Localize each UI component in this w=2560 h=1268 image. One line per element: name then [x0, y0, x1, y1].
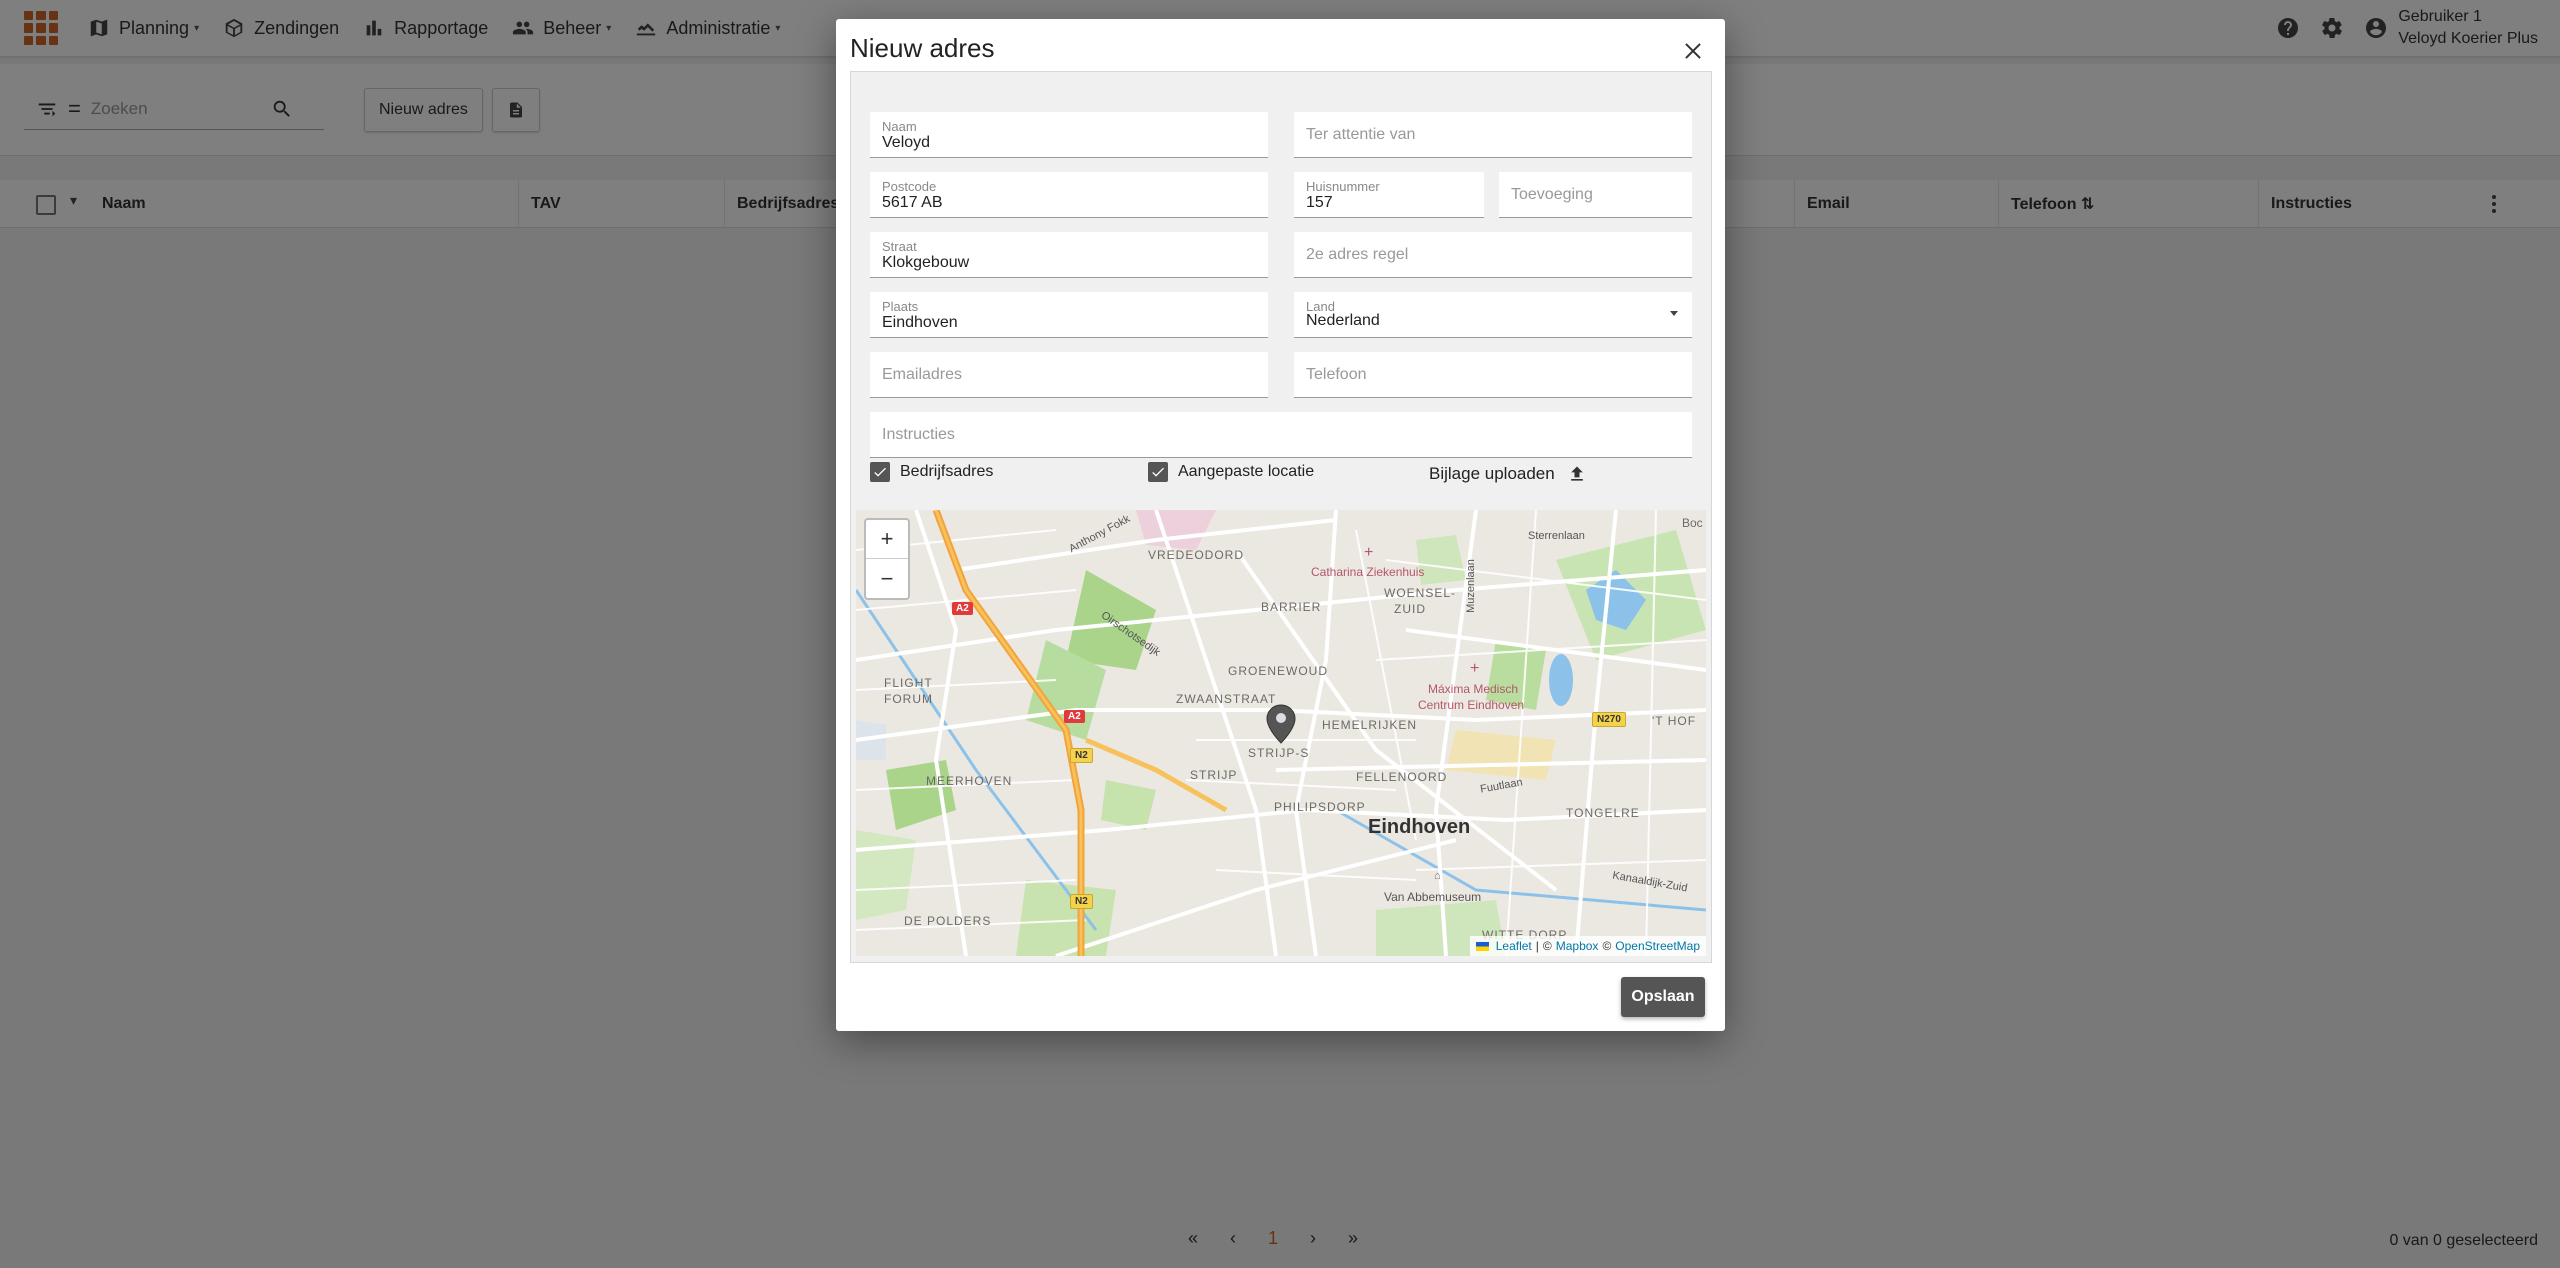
- straat-value: Klokgebouw: [882, 254, 970, 271]
- map-label: Muzenlaan: [1464, 559, 1477, 613]
- map-label: WOENSEL-: [1384, 586, 1457, 600]
- map-label: 'T HOF: [1652, 714, 1697, 728]
- email-placeholder: Emailadres: [882, 366, 963, 383]
- toevoeging-placeholder: Toevoeging: [1511, 186, 1593, 203]
- toevoeging-field[interactable]: Toevoeging: [1499, 172, 1692, 218]
- bedrijfsadres-checkbox[interactable]: Bedrijfsadres: [870, 462, 993, 482]
- map-label: VREDEODORD: [1148, 548, 1245, 562]
- map-label: STRIJP-S: [1248, 746, 1310, 760]
- address-line2-placeholder: 2e adres regel: [1306, 246, 1409, 263]
- ukraine-flag-icon: [1475, 941, 1489, 951]
- map-zoom-control: + −: [864, 518, 910, 600]
- map-attribution: Leaflet | © Mapbox © OpenStreetMap: [1469, 936, 1706, 956]
- map-label: HEMELRIJKEN: [1322, 718, 1418, 732]
- map-label: PHILIPSDORP: [1274, 800, 1366, 814]
- hospital-icon: +: [1470, 660, 1480, 677]
- map-label: DE POLDERS: [904, 914, 992, 928]
- close-icon[interactable]: [1681, 39, 1705, 63]
- map-label: Van Abbemuseum: [1384, 890, 1482, 904]
- upload-attachment-button[interactable]: Bijlage uploaden: [1429, 464, 1587, 484]
- tav-placeholder: Ter attentie van: [1306, 126, 1416, 143]
- upload-label: Bijlage uploaden: [1429, 464, 1555, 483]
- custom-location-checkbox[interactable]: Aangepaste locatie: [1148, 462, 1314, 482]
- huisnummer-field[interactable]: Huisnummer 157: [1294, 172, 1484, 218]
- map-label: Catharina Ziekenhuis: [1311, 565, 1425, 579]
- road-badge-a2: A2: [1064, 710, 1085, 723]
- straat-field[interactable]: Straat Klokgebouw: [870, 232, 1268, 278]
- save-button[interactable]: Opslaan: [1621, 977, 1705, 1017]
- copyright-symbol: ©: [1602, 939, 1612, 953]
- map-label: Sterrenlaan: [1528, 530, 1585, 542]
- city-label: Eindhoven: [1368, 816, 1471, 838]
- instructies-field[interactable]: Instructies: [870, 412, 1692, 458]
- telefoon-placeholder: Telefoon: [1306, 366, 1367, 383]
- map-label: MEERHOVEN: [926, 774, 1013, 788]
- plaats-label: Plaats: [882, 299, 919, 314]
- instructies-placeholder: Instructies: [882, 426, 955, 443]
- zoom-in-button[interactable]: +: [866, 520, 908, 559]
- map-label: Centrum Eindhoven: [1418, 698, 1525, 712]
- map-label: ZUID: [1394, 602, 1426, 616]
- location-pin-icon[interactable]: [1266, 704, 1296, 744]
- postcode-value: 5617 AB: [882, 194, 943, 211]
- postcode-field[interactable]: Postcode 5617 AB: [870, 172, 1268, 218]
- map-label: TONGELRE: [1566, 806, 1640, 820]
- openstreetmap-link[interactable]: OpenStreetMap: [1615, 939, 1700, 953]
- hospital-icon: +: [1364, 544, 1374, 561]
- map-label: ZWAANSTRAAT: [1176, 692, 1277, 706]
- map-label: STRIJP: [1190, 768, 1238, 782]
- attribution-separator: |: [1535, 939, 1539, 953]
- mapbox-link[interactable]: Mapbox: [1556, 939, 1599, 953]
- naam-value: Veloyd: [882, 134, 931, 151]
- map-label: Máxima Medisch: [1428, 682, 1519, 696]
- email-field[interactable]: Emailadres: [870, 352, 1268, 398]
- land-select[interactable]: Land Nederland: [1294, 292, 1692, 338]
- checkbox-checked-icon: [870, 462, 890, 482]
- bedrijfsadres-label: Bedrijfsadres: [900, 463, 994, 480]
- dialog-form: Naam Veloyd Ter attentie van Postcode 56…: [850, 71, 1712, 963]
- road-badge-n270: N270: [1592, 712, 1626, 727]
- tav-field[interactable]: Ter attentie van: [1294, 112, 1692, 158]
- straat-label: Straat: [882, 239, 917, 254]
- map-label: FORUM: [884, 692, 933, 706]
- upload-icon: [1570, 466, 1583, 481]
- leaflet-link[interactable]: Leaflet: [1496, 939, 1532, 953]
- road-badge-n2: N2: [1070, 894, 1093, 909]
- telefoon-field[interactable]: Telefoon: [1294, 352, 1692, 398]
- naam-field[interactable]: Naam Veloyd: [870, 112, 1268, 158]
- road-badge-a2: A2: [952, 602, 973, 615]
- map-label: FLIGHT: [884, 676, 933, 690]
- custom-location-label: Aangepaste locatie: [1178, 463, 1315, 480]
- copyright-symbol: ©: [1542, 939, 1552, 953]
- map-label: FELLENOORD: [1356, 770, 1448, 784]
- plaats-value: Eindhoven: [882, 314, 958, 331]
- map-label: BARRIER: [1261, 600, 1322, 614]
- museum-icon: ⌂: [1434, 870, 1442, 882]
- postcode-label: Postcode: [882, 179, 937, 194]
- plaats-field[interactable]: Plaats Eindhoven: [870, 292, 1268, 338]
- map-label: Boc: [1682, 516, 1703, 530]
- zoom-out-button[interactable]: −: [866, 559, 908, 598]
- dropdown-arrow-icon: [1670, 311, 1678, 316]
- checkbox-checked-icon: [1148, 462, 1168, 482]
- dialog-title: Nieuw adres: [850, 33, 995, 63]
- huisnummer-label: Huisnummer: [1306, 179, 1380, 194]
- land-value: Nederland: [1306, 312, 1380, 329]
- address-line2-field[interactable]: 2e adres regel: [1294, 232, 1692, 278]
- map-label: GROENEWOUD: [1228, 664, 1328, 678]
- road-badge-n2: N2: [1070, 748, 1093, 763]
- huisnummer-value: 157: [1306, 194, 1333, 211]
- new-address-dialog: Nieuw adres Naam Veloyd Ter attentie van…: [836, 19, 1725, 1031]
- naam-label: Naam: [882, 119, 917, 134]
- location-map[interactable]: A2 A2 N2 N2 N270 Anthony Fokk VREDEODORD…: [856, 510, 1706, 956]
